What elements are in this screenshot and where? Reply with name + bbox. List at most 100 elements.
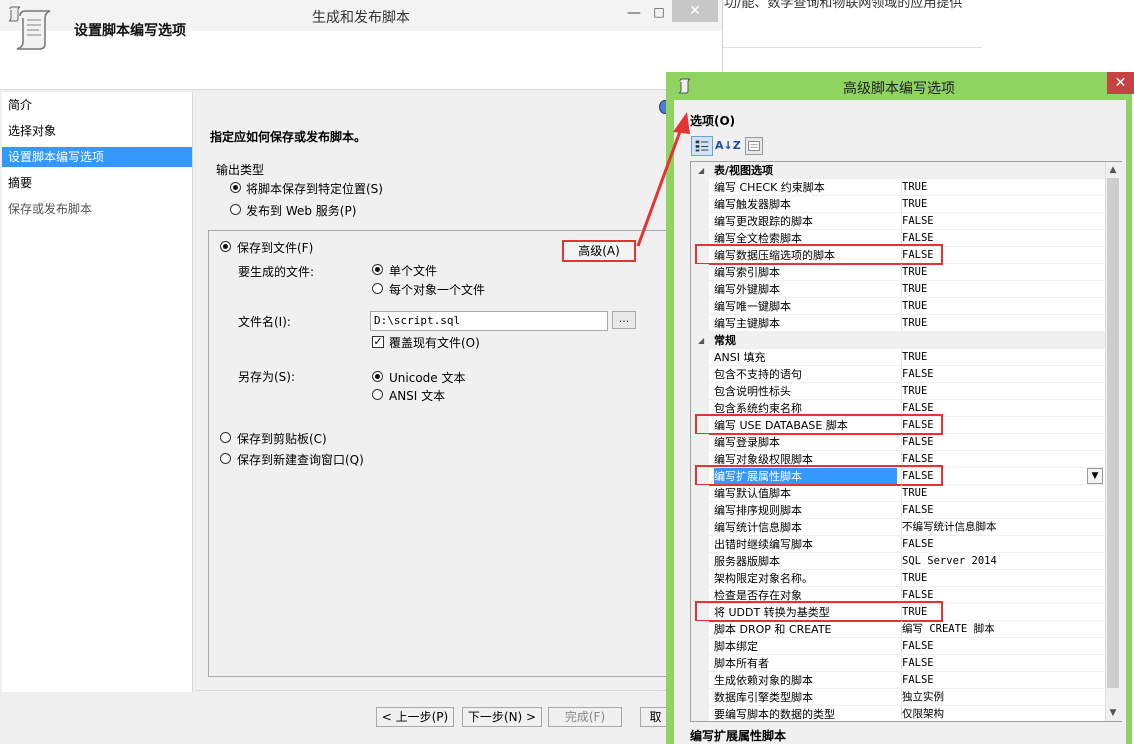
grid-scrollbar-thumb[interactable] xyxy=(1107,178,1119,688)
save-to-file-label[interactable]: 保存到文件(F) xyxy=(237,239,313,256)
prev-button[interactable]: < 上一步(P) xyxy=(376,707,454,727)
property-value[interactable]: TRUE xyxy=(901,315,1107,332)
categorized-view-icon[interactable] xyxy=(691,136,713,156)
grid-property-row[interactable]: 包含说明性标头 TRUE xyxy=(691,383,1106,400)
grid-property-row[interactable]: 编写 CHECK 约束脚本 TRUE xyxy=(691,179,1106,196)
property-value[interactable]: TRUE xyxy=(901,281,1107,298)
nav-item-intro[interactable]: 简介 xyxy=(2,95,192,115)
property-value[interactable]: 不编写统计信息脚本 xyxy=(901,519,1107,536)
next-button[interactable]: 下一步(N) > xyxy=(462,707,542,727)
property-name: 数据库引擎类型脚本 xyxy=(714,691,813,704)
grid-property-row[interactable]: 出错时继续编写脚本 FALSE xyxy=(691,536,1106,553)
save-to-location-label[interactable]: 将脚本保存到特定位置(S) xyxy=(246,180,383,197)
grid-category-row[interactable]: ◢ 表/视图选项 xyxy=(691,162,1106,179)
unicode-label[interactable]: Unicode 文本 xyxy=(389,369,465,386)
grid-property-row[interactable]: 编写唯一键脚本 TRUE xyxy=(691,298,1106,315)
publish-web-label[interactable]: 发布到 Web 服务(P) xyxy=(246,202,356,219)
property-pages-icon[interactable] xyxy=(745,137,763,155)
grid-property-row[interactable]: 脚本绑定 FALSE xyxy=(691,638,1106,655)
radio-save-clipboard[interactable] xyxy=(220,432,231,443)
grid-property-row[interactable]: 编写排序规则脚本 FALSE xyxy=(691,502,1106,519)
grid-property-row[interactable]: 编写统计信息脚本 不编写统计信息脚本 xyxy=(691,519,1106,536)
overwrite-checkbox[interactable]: ✓ xyxy=(372,336,384,348)
property-value[interactable]: FALSE xyxy=(901,672,1107,689)
advanced-button[interactable]: 高级(A) xyxy=(562,240,636,262)
property-value[interactable]: FALSE xyxy=(901,536,1107,553)
row-gutter xyxy=(691,179,709,196)
scroll-down-icon[interactable]: ▼ xyxy=(1105,708,1121,718)
grid-property-row[interactable]: 服务器版脚本 SQL Server 2014 xyxy=(691,553,1106,570)
wizard-page-title: 设置脚本编写选项 xyxy=(74,23,186,39)
property-value[interactable]: TRUE xyxy=(901,570,1107,587)
collapse-triangle-icon[interactable]: ◢ xyxy=(698,332,704,349)
property-value[interactable]: TRUE xyxy=(901,298,1107,315)
grid-property-row[interactable]: 脚本 DROP 和 CREATE 编写 CREATE 脚本 xyxy=(691,621,1106,638)
minimize-button[interactable]: — xyxy=(625,5,643,23)
property-value[interactable]: TRUE xyxy=(901,485,1107,502)
alphabetical-sort-icon[interactable]: A↓Z xyxy=(715,136,741,156)
ansi-label[interactable]: ANSI 文本 xyxy=(389,387,445,404)
dropdown-button[interactable]: ▼ xyxy=(1087,468,1103,484)
property-value[interactable]: SQL Server 2014 xyxy=(901,553,1107,570)
property-value[interactable]: FALSE xyxy=(901,366,1107,383)
property-value[interactable]: 编写 CREATE 脚本 xyxy=(901,621,1107,638)
property-value[interactable]: TRUE xyxy=(901,196,1107,213)
property-name: 出错时继续编写脚本 xyxy=(714,538,813,551)
wizard-close-button[interactable]: ✕ xyxy=(672,0,718,22)
property-value[interactable]: TRUE xyxy=(901,264,1107,281)
grid-property-row[interactable]: 编写默认值脚本 TRUE xyxy=(691,485,1106,502)
radio-save-to-file[interactable] xyxy=(220,241,231,252)
grid-property-row[interactable]: 编写更改跟踪的脚本 FALSE xyxy=(691,213,1106,230)
grid-property-row[interactable]: 编写登录脚本 FALSE xyxy=(691,434,1106,451)
scroll-up-icon[interactable]: ▲ xyxy=(1105,165,1121,175)
property-value[interactable]: FALSE xyxy=(901,502,1107,519)
save-new-query-label[interactable]: 保存到新建查询窗口(Q) xyxy=(237,451,364,468)
grid-property-row[interactable]: 编写触发器脚本 TRUE xyxy=(691,196,1106,213)
file-per-object-label[interactable]: 每个对象一个文件 xyxy=(389,281,485,298)
grid-property-row[interactable]: 编写索引脚本 TRUE xyxy=(691,264,1106,281)
grid-property-row[interactable]: 数据库引擎类型脚本 独立实例 xyxy=(691,689,1106,706)
advanced-close-button[interactable]: ✕ xyxy=(1107,72,1134,94)
property-value[interactable]: 仅限架构 xyxy=(901,706,1107,721)
property-value[interactable]: TRUE xyxy=(901,349,1107,366)
property-value[interactable]: FALSE xyxy=(901,638,1107,655)
maximize-button[interactable]: □ xyxy=(650,5,668,23)
nav-item-scripting-options[interactable]: 设置脚本编写选项 xyxy=(2,147,192,167)
radio-ansi[interactable] xyxy=(372,389,383,400)
property-value[interactable]: FALSE xyxy=(901,655,1107,672)
radio-save-new-query[interactable] xyxy=(220,453,231,464)
collapse-triangle-icon[interactable]: ◢ xyxy=(698,162,704,179)
grid-property-row[interactable]: 架构限定对象名称。 TRUE xyxy=(691,570,1106,587)
grid-property-row[interactable]: 要编写脚本的数据的类型 仅限架构 xyxy=(691,706,1107,721)
row-gutter xyxy=(691,196,709,213)
category-label: 表/视图选项 xyxy=(714,164,774,177)
grid-property-row[interactable]: 脚本所有者 FALSE xyxy=(691,655,1106,672)
grid-property-row[interactable]: 编写主键脚本 TRUE xyxy=(691,315,1106,332)
property-value[interactable]: FALSE xyxy=(901,213,1107,230)
row-gutter xyxy=(691,655,709,672)
property-value[interactable]: TRUE xyxy=(901,179,1107,196)
row-gutter xyxy=(691,349,709,366)
radio-file-per-object[interactable] xyxy=(372,283,383,294)
radio-save-to-location[interactable] xyxy=(230,182,241,193)
radio-publish-web[interactable] xyxy=(230,204,241,215)
radio-unicode[interactable] xyxy=(372,371,383,382)
property-description-title: 编写扩展属性脚本 xyxy=(690,729,787,743)
radio-single-file[interactable] xyxy=(372,264,383,275)
property-name: 编写统计信息脚本 xyxy=(714,521,802,534)
property-value[interactable]: TRUE xyxy=(901,383,1107,400)
nav-item-summary[interactable]: 摘要 xyxy=(2,173,192,193)
property-value[interactable]: FALSE xyxy=(901,434,1107,451)
save-clipboard-label[interactable]: 保存到剪贴板(C) xyxy=(237,430,327,447)
grid-category-row[interactable]: ◢ 常规 xyxy=(691,332,1106,349)
grid-property-row[interactable]: 生成依赖对象的脚本 FALSE xyxy=(691,672,1106,689)
file-name-input[interactable]: D:\script.sql xyxy=(370,311,608,331)
single-file-label[interactable]: 单个文件 xyxy=(389,262,437,279)
grid-property-row[interactable]: 包含不支持的语句 FALSE xyxy=(691,366,1106,383)
grid-property-row[interactable]: 编写外键脚本 TRUE xyxy=(691,281,1106,298)
grid-property-row[interactable]: ANSI 填充 TRUE xyxy=(691,349,1106,366)
overwrite-label[interactable]: 覆盖现有文件(O) xyxy=(389,334,480,351)
browse-button[interactable]: ... xyxy=(612,311,636,329)
property-value[interactable]: 独立实例 xyxy=(901,689,1107,706)
nav-item-select-objects[interactable]: 选择对象 xyxy=(2,121,192,141)
